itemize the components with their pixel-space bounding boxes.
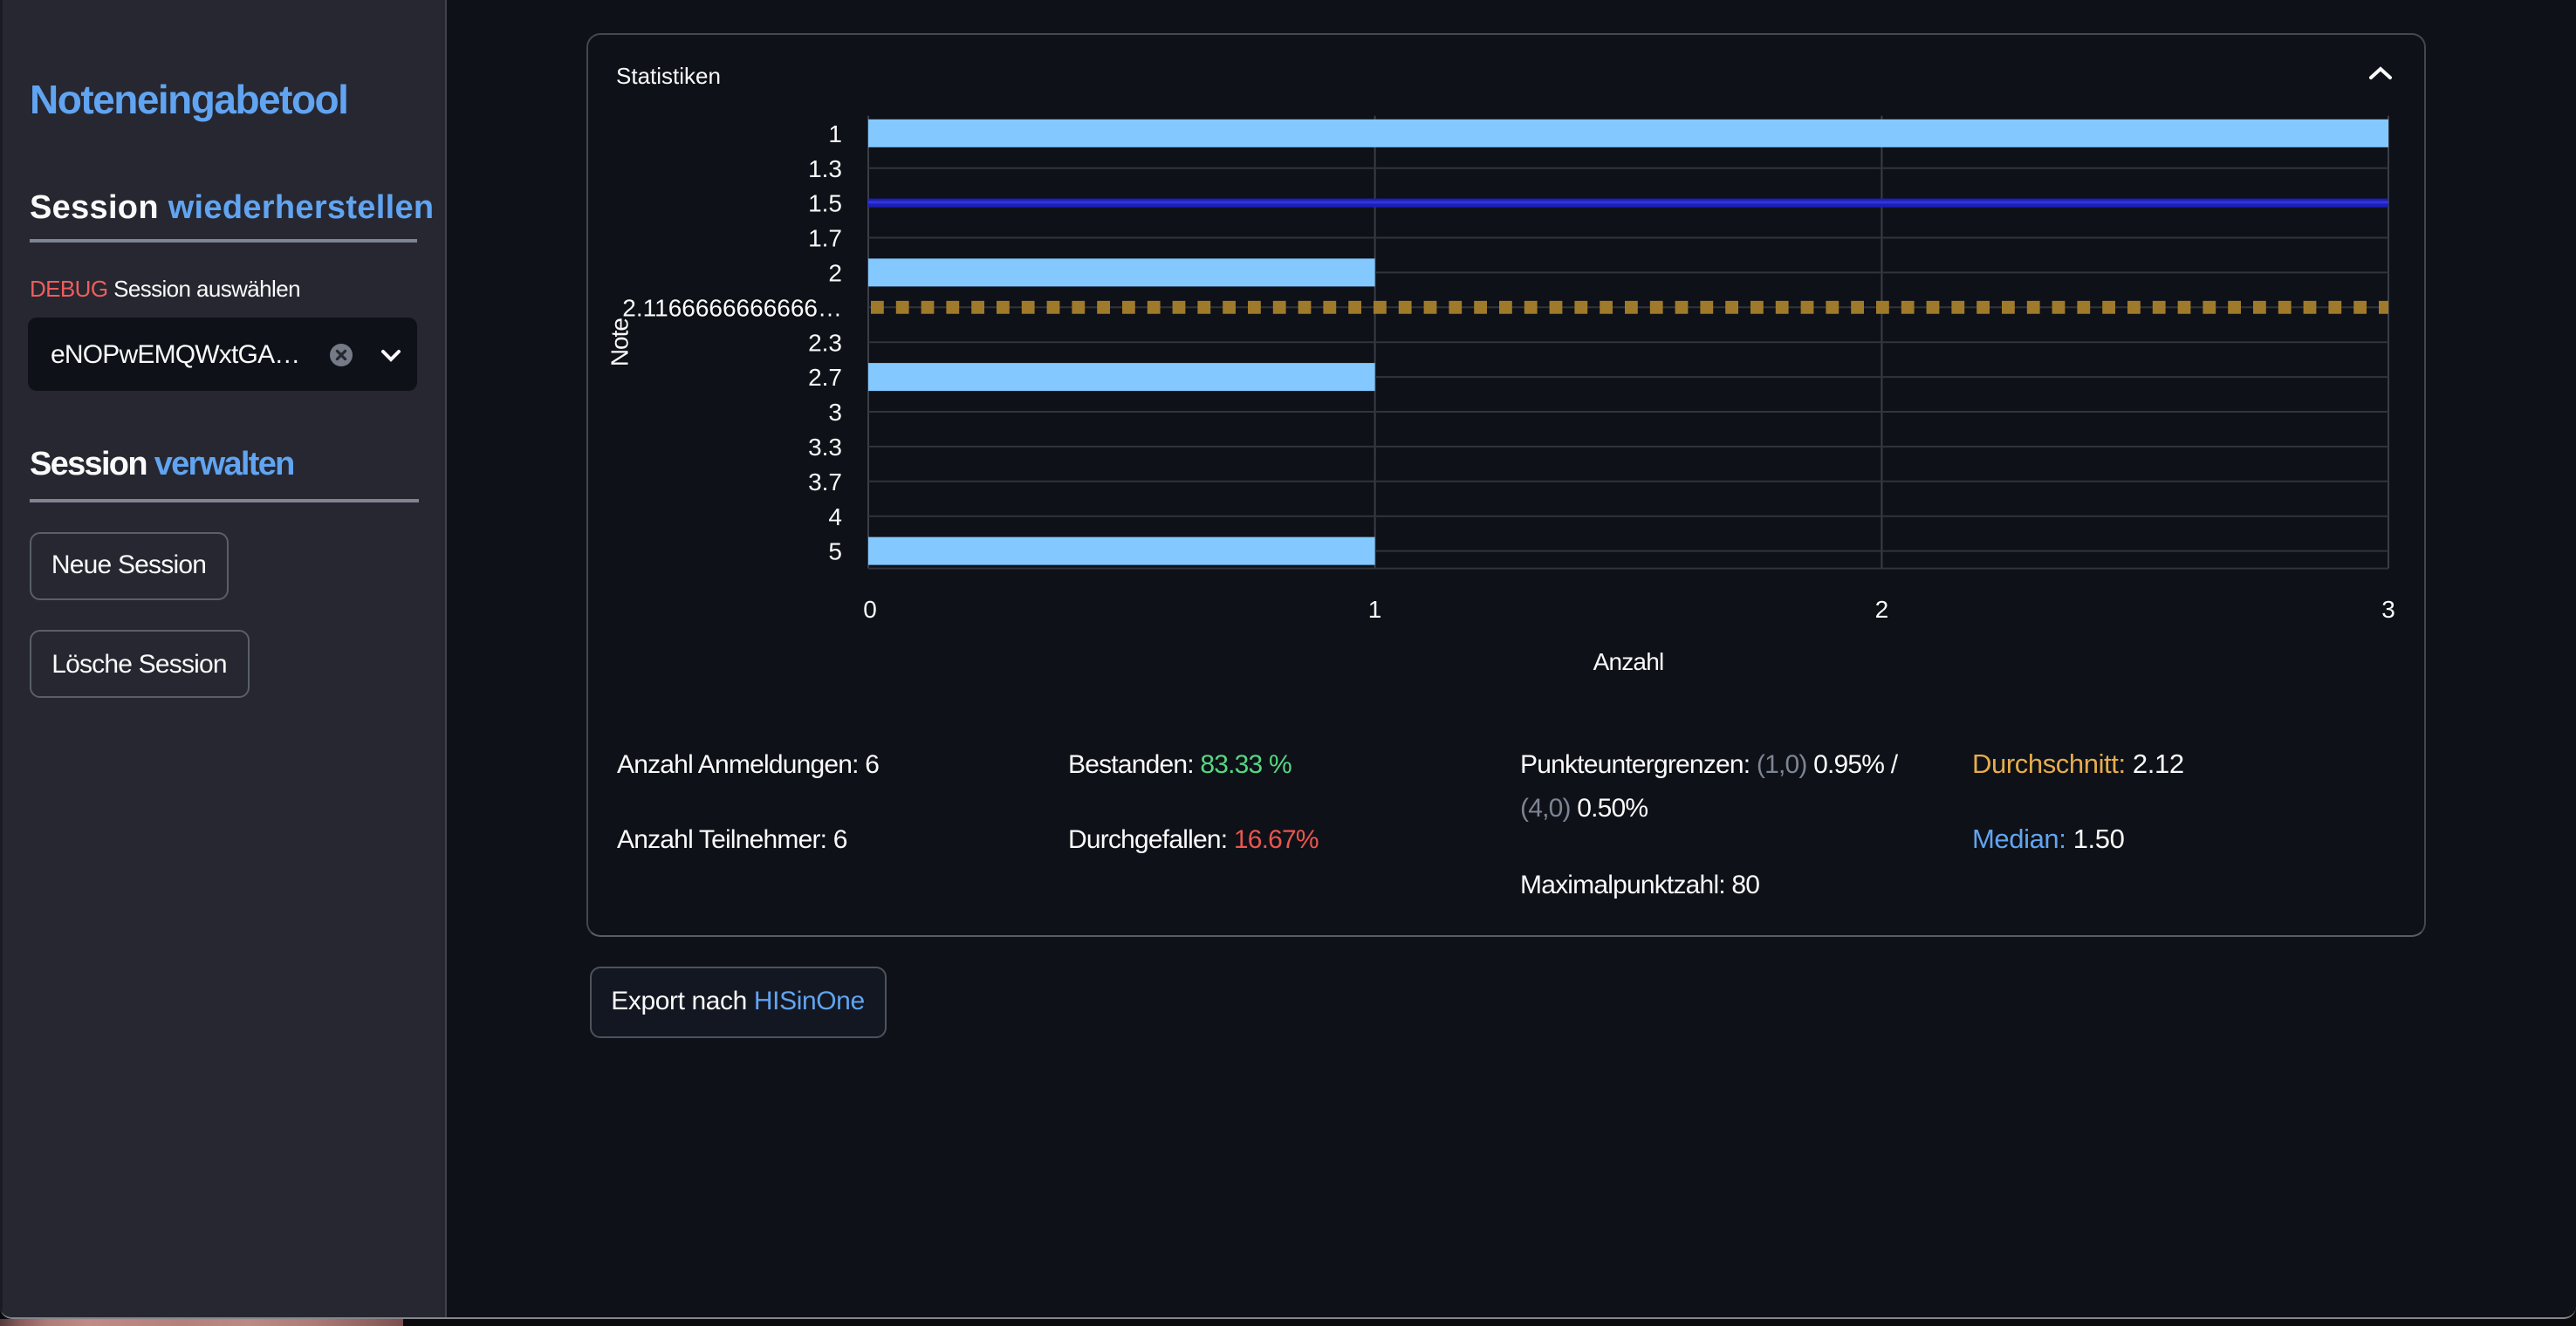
svg-text:Anzahl: Anzahl — [1593, 648, 1664, 675]
svg-text:2.7: 2.7 — [808, 364, 842, 391]
svg-text:Note: Note — [606, 318, 634, 367]
svg-text:3: 3 — [828, 399, 842, 426]
svg-text:3.7: 3.7 — [808, 468, 842, 496]
svg-text:3: 3 — [2381, 596, 2395, 623]
svg-text:1.7: 1.7 — [808, 225, 842, 252]
svg-text:1.3: 1.3 — [808, 155, 842, 182]
svg-text:4: 4 — [828, 503, 842, 530]
svg-text:1.5: 1.5 — [808, 190, 842, 217]
svg-text:1: 1 — [1368, 596, 1382, 623]
svg-text:2: 2 — [828, 260, 842, 287]
svg-text:2.3: 2.3 — [808, 329, 842, 356]
svg-text:5: 5 — [828, 538, 842, 565]
svg-text:3.3: 3.3 — [808, 434, 842, 461]
svg-text:2: 2 — [1875, 596, 1889, 623]
svg-text:2.1166666666666…: 2.1166666666666… — [622, 294, 842, 321]
svg-text:1: 1 — [828, 120, 842, 147]
svg-text:0: 0 — [863, 596, 877, 623]
